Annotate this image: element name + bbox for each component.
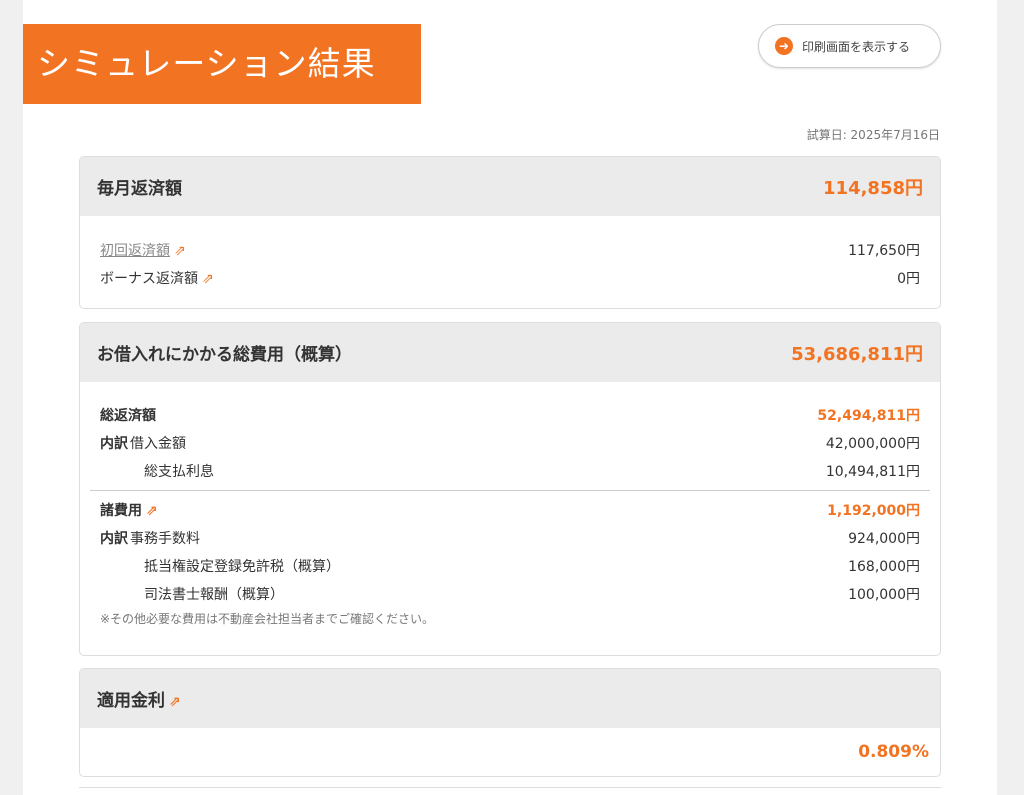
external-link-icon[interactable]: ⇗ — [174, 243, 186, 259]
total-interest-row: 総支払利息 10,494,811円 — [80, 457, 940, 485]
first-repayment-link[interactable]: 初回返済額 — [100, 243, 170, 259]
breakdown-label: 内訳 — [100, 531, 128, 547]
total-interest-value: 10,494,811円 — [825, 464, 920, 480]
registration-tax-row: 抵当権設定登録免許税（概算） 168,000円 — [80, 552, 940, 580]
fees-value: 1,192,000円 — [827, 503, 920, 519]
arrow-right-icon: ➜ — [775, 37, 793, 55]
loan-amount-row: 内訳 借入金額 42,000,000円 — [80, 429, 940, 457]
bonus-repayment-row: ボーナス返済額 ⇗ 0円 — [80, 264, 940, 292]
external-link-icon[interactable]: ⇗ — [146, 503, 158, 519]
total-cost-card: お借入れにかかる総費用（概算） 53,686,811円 総返済額 52,494,… — [79, 322, 941, 656]
fees-label: 諸費用 — [100, 503, 142, 519]
print-view-button-label: 印刷画面を表示する — [802, 39, 911, 54]
bonus-repayment-value: 0円 — [897, 271, 920, 287]
admin-fee-label: 事務手数料 — [130, 531, 200, 547]
fees-row: 諸費用 ⇗ 1,192,000円 — [80, 496, 940, 524]
total-cost-header: お借入れにかかる総費用（概算） 53,686,811円 — [80, 323, 940, 382]
scrivener-fee-row: 司法書士報酬（概算） 100,000円 — [80, 580, 940, 608]
scrivener-fee-label: 司法書士報酬（概算） — [144, 587, 284, 603]
admin-fee-value: 924,000円 — [848, 531, 920, 547]
total-interest-label: 総支払利息 — [144, 464, 214, 480]
fees-note: ※その他必要な費用は不動産会社担当者までご確認ください。 — [100, 612, 435, 626]
external-link-icon[interactable]: ⇗ — [202, 271, 214, 287]
total-repayment-label: 総返済額 — [100, 408, 156, 424]
breakdown-label: 内訳 — [100, 436, 128, 452]
applied-rate-title: 適用金利 — [97, 691, 165, 711]
monthly-repayment-header: 毎月返済額 114,858円 — [80, 157, 940, 216]
bonus-repayment-label: ボーナス返済額 — [100, 271, 198, 287]
total-cost-value: 53,686,811円 — [791, 343, 923, 365]
divider — [90, 490, 930, 491]
registration-tax-label: 抵当権設定登録免許税（概算） — [144, 559, 340, 575]
applied-rate-value: 0.809% — [858, 742, 929, 762]
total-cost-title: お借入れにかかる総費用（概算） — [97, 345, 352, 365]
applied-rate-header: 適用金利 ⇗ — [80, 669, 940, 728]
monthly-repayment-value: 114,858円 — [823, 177, 923, 199]
first-repayment-value: 117,650円 — [848, 243, 920, 259]
applied-rate-card: 適用金利 ⇗ 0.809% — [79, 668, 941, 777]
calculation-date: 試算日: 2025年7月16日 — [806, 128, 940, 142]
divider — [79, 787, 941, 788]
loan-amount-label: 借入金額 — [130, 436, 186, 452]
print-view-button[interactable]: ➜ 印刷画面を表示する — [758, 24, 941, 68]
monthly-repayment-title: 毎月返済額 — [97, 179, 182, 199]
scrivener-fee-value: 100,000円 — [848, 587, 920, 603]
loan-amount-value: 42,000,000円 — [825, 436, 920, 452]
registration-tax-value: 168,000円 — [848, 559, 920, 575]
page-title: シミュレーション結果 — [23, 24, 421, 104]
first-repayment-row: 初回返済額 ⇗ 117,650円 — [80, 236, 940, 264]
external-link-icon[interactable]: ⇗ — [169, 694, 181, 710]
page: シミュレーション結果 ➜ 印刷画面を表示する 試算日: 2025年7月16日 毎… — [23, 0, 997, 795]
total-repayment-row: 総返済額 52,494,811円 — [80, 401, 940, 429]
admin-fee-row: 内訳 事務手数料 924,000円 — [80, 524, 940, 552]
monthly-repayment-card: 毎月返済額 114,858円 初回返済額 ⇗ 117,650円 ボーナス返済額 ⇗ … — [79, 156, 941, 309]
total-repayment-value: 52,494,811円 — [817, 408, 920, 424]
